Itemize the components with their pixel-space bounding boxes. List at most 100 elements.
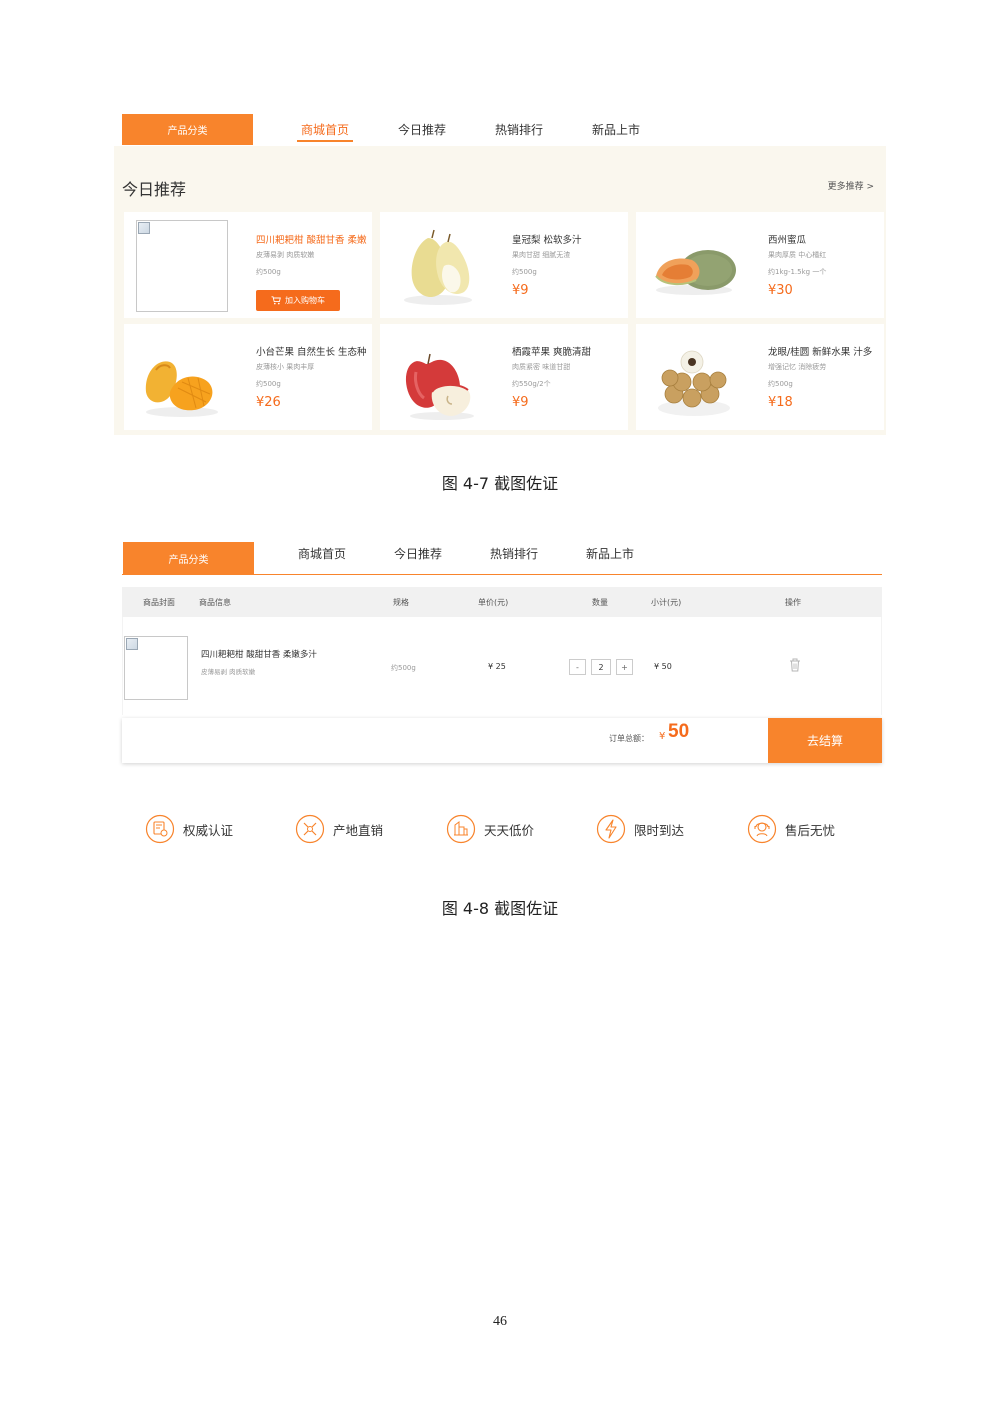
product-weight: 约500g: [256, 268, 281, 276]
lightning-icon: [596, 814, 626, 844]
decrease-quantity-button[interactable]: -: [569, 659, 586, 675]
product-weight: 约1kg-1.5kg 一个: [768, 268, 827, 276]
header-quantity: 数量: [592, 598, 608, 607]
product-weight: 约550g/2个: [512, 380, 551, 388]
feature-item: 天天低价: [446, 812, 534, 846]
broken-image-glyph: [138, 222, 150, 234]
nav-home[interactable]: 商城首页: [297, 114, 353, 145]
cart-nav: 产品分类 商城首页 今日推荐 热销排行 新品上市: [122, 542, 882, 575]
product-card[interactable]: 西州蜜瓜 果肉厚质 中心橘红 约1kg-1.5kg 一个 ¥30: [636, 212, 884, 318]
order-total-currency: ¥: [659, 731, 666, 742]
table-row: 四川耙耙柑 酸甜甘香 柔嫩多汁 皮薄易剥 肉质软嫩 约500g ¥ 25 - 2…: [122, 617, 882, 715]
cart-item-desc: 皮薄易剥 肉质软嫩: [201, 668, 256, 676]
certificate-icon: [145, 814, 175, 844]
main-nav: 产品分类 商城首页 今日推荐 热销排行 新品上市: [122, 114, 886, 146]
feature-label: 天天低价: [484, 822, 535, 838]
header-subtotal: 小计(元): [651, 598, 682, 607]
header-cover: 商品封面: [143, 598, 175, 607]
figure-4-8-screenshot: 产品分类 商城首页 今日推荐 热销排行 新品上市 商品封面 商品信息 规格 单价…: [122, 540, 884, 766]
product-card[interactable]: 龙眼/桂圆 新鲜水果 汁多 增强记忆 消除疲劳 约500g ¥18: [636, 324, 884, 430]
product-weight: 约500g: [768, 380, 793, 388]
product-desc: 皮薄易剥 肉质软嫩: [256, 251, 315, 259]
order-total-bar: 订单总额： ¥ 50 去结算: [122, 718, 882, 763]
figure-4-7-screenshot: 产品分类 商城首页 今日推荐 热销排行 新品上市 今日推荐 更多推荐 > 四川耙…: [114, 110, 886, 435]
broken-image-icon: [124, 636, 188, 700]
product-name[interactable]: 皇冠梨 松软多汁: [512, 232, 582, 246]
feature-item: 限时到达: [596, 812, 684, 846]
section-title: 今日推荐: [122, 180, 187, 199]
low-price-icon: [446, 814, 476, 844]
header-info: 商品信息: [199, 598, 231, 607]
broken-image-glyph: [126, 638, 138, 650]
product-weight: 约500g: [256, 380, 281, 388]
longan-icon: [658, 350, 730, 416]
header-unit-price: 单价(元): [478, 598, 509, 607]
product-price: ¥26: [256, 395, 281, 410]
product-category-button[interactable]: 产品分类: [123, 542, 254, 575]
feature-item: 售后无忧: [747, 812, 835, 846]
product-weight: 约500g: [512, 268, 537, 276]
trash-icon[interactable]: [788, 657, 802, 673]
more-recommend-link[interactable]: 更多推荐 >: [828, 179, 874, 192]
add-to-cart-button[interactable]: 加入购物车: [256, 290, 340, 311]
service-features: 权威认证 产地直销 天天低价 限时到达 售后无忧: [145, 812, 865, 846]
feature-item: 产地直销: [295, 812, 383, 846]
nav-new[interactable]: 新品上市: [588, 114, 644, 145]
product-name[interactable]: 西州蜜瓜: [768, 232, 806, 246]
customer-service-icon: [747, 814, 777, 844]
product-price: ¥9: [512, 395, 529, 410]
page-number: 46: [493, 1314, 507, 1329]
increase-quantity-button[interactable]: +: [616, 659, 633, 675]
order-total-value: 50: [668, 721, 690, 742]
product-name[interactable]: 栖霞苹果 爽脆清甜: [512, 344, 591, 358]
nav-home[interactable]: 商城首页: [294, 542, 350, 564]
product-desc: 增强记忆 消除疲劳: [768, 363, 827, 371]
product-price: ¥18: [768, 395, 793, 410]
cart-item-name[interactable]: 四川耙耙柑 酸甜甘香 柔嫩多汁: [201, 648, 317, 660]
quantity-stepper: - 2 +: [569, 659, 633, 675]
feature-label: 产地直销: [333, 822, 384, 838]
product-desc: 肉质紧密 味道甘甜: [512, 363, 571, 371]
product-category-button[interactable]: 产品分类: [122, 114, 253, 145]
product-card[interactable]: 小台芒果 自然生长 生态种 皮薄核小 果肉丰厚 约500g ¥26: [124, 324, 372, 430]
cart-icon: [271, 296, 281, 305]
mango-icon: [145, 361, 218, 417]
nav-new[interactable]: 新品上市: [582, 542, 638, 564]
product-card[interactable]: 皇冠梨 松软多汁 果肉甘甜 细腻无渣 约500g ¥9: [380, 212, 628, 318]
product-card[interactable]: 栖霞苹果 爽脆清甜 肉质紧密 味道甘甜 约550g/2个 ¥9: [380, 324, 628, 430]
nav-hot[interactable]: 热销排行: [486, 542, 542, 564]
header-spec: 规格: [393, 598, 409, 607]
quantity-field[interactable]: 2: [591, 659, 611, 675]
checkout-button[interactable]: 去结算: [768, 718, 882, 763]
product-name[interactable]: 四川耙耙柑 酸甜甘香 柔嫩: [256, 232, 367, 246]
figure-caption: 图 4-8 截图佐证: [441, 899, 559, 918]
product-desc: 果肉厚质 中心橘红: [768, 251, 827, 259]
figure-caption: 图 4-7 截图佐证: [441, 474, 559, 493]
feature-label: 权威认证: [183, 822, 234, 838]
pear-icon: [404, 229, 472, 305]
cart-item-unit-price: ¥ 25: [488, 662, 506, 671]
nav-hot[interactable]: 热销排行: [491, 114, 547, 145]
feature-label: 售后无忧: [785, 822, 836, 838]
product-desc: 皮薄核小 果肉丰厚: [256, 363, 315, 371]
origin-direct-icon: [295, 814, 325, 844]
header-action: 操作: [785, 598, 801, 607]
cart-table-header: 商品封面 商品信息 规格 单价(元) 数量 小计(元) 操作: [122, 587, 882, 617]
order-total-label: 订单总额：: [609, 734, 649, 743]
add-to-cart-label: 加入购物车: [285, 296, 325, 305]
product-price: ¥9: [512, 283, 529, 298]
nav-today[interactable]: 今日推荐: [390, 542, 446, 564]
product-name[interactable]: 小台芒果 自然生长 生态种: [256, 344, 367, 358]
nav-home-label: 商城首页: [300, 123, 349, 137]
cart-item-spec: 约500g: [391, 664, 416, 672]
product-card[interactable]: 四川耙耙柑 酸甜甘香 柔嫩 皮薄易剥 肉质软嫩 约500g 加入购物车: [124, 212, 372, 318]
cart-item-subtotal: ¥ 50: [654, 662, 672, 671]
nav-active-underline: [297, 140, 353, 142]
product-price: ¥30: [768, 283, 793, 298]
feature-label: 限时到达: [634, 822, 685, 838]
nav-today[interactable]: 今日推荐: [394, 114, 450, 145]
product-name[interactable]: 龙眼/桂圆 新鲜水果 汁多: [768, 344, 872, 358]
broken-image-icon: [136, 220, 228, 312]
recommend-panel: 今日推荐 更多推荐 > 四川耙耙柑 酸甜甘香 柔嫩 皮薄易剥 肉质软嫩 约500…: [114, 146, 886, 435]
melon-icon: [655, 250, 736, 295]
